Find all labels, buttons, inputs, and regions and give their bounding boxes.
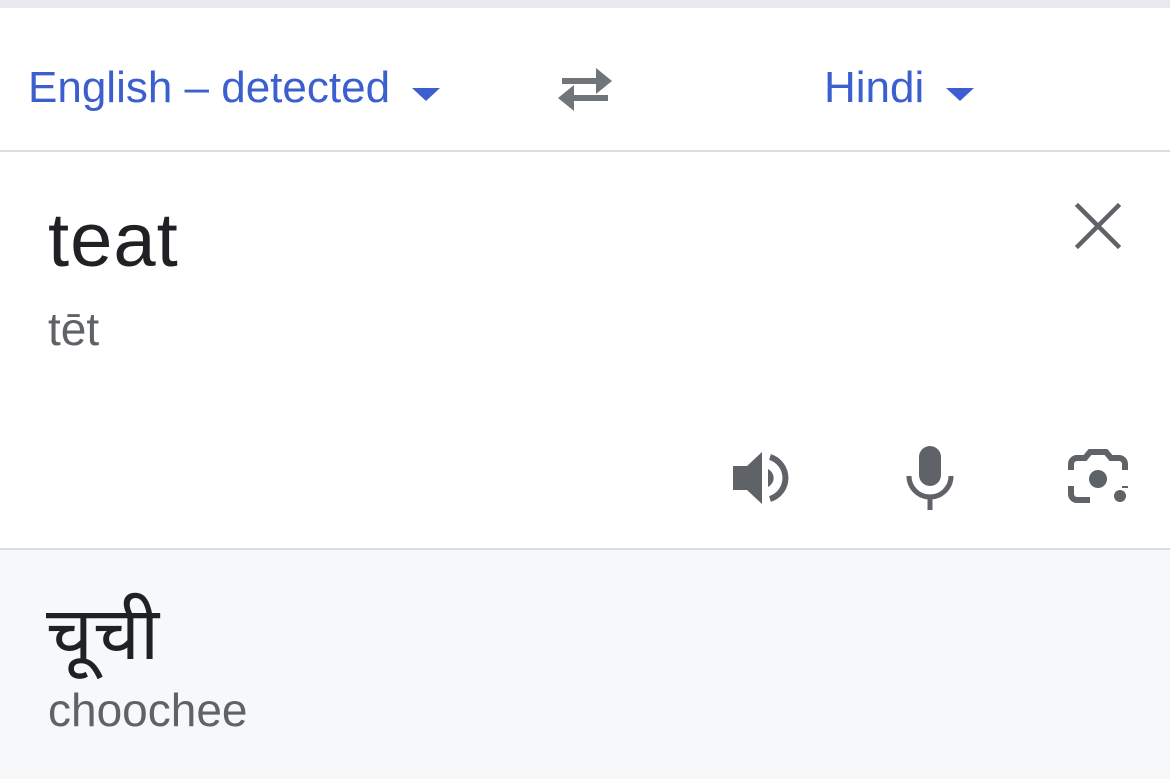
voice-input-button[interactable]: [896, 444, 964, 512]
translation-output-area: चूची choochee: [0, 550, 1170, 779]
translated-transliteration: choochee: [48, 684, 248, 736]
camera-lens-icon: [1068, 449, 1128, 503]
target-language-selector[interactable]: Hindi: [824, 58, 975, 118]
source-language-label: English – detected: [28, 63, 391, 112]
chevron-down-icon: [946, 87, 975, 101]
chevron-down-icon: [412, 87, 441, 101]
translate-app: English – detected Hindi teat tēt चूची c…: [0, 0, 1170, 779]
speaker-icon: [733, 452, 789, 504]
source-text[interactable]: teat: [48, 196, 179, 286]
microphone-icon: [906, 446, 954, 510]
divider: [0, 150, 1170, 152]
listen-button[interactable]: [728, 444, 796, 512]
target-language-label: Hindi: [824, 63, 925, 112]
language-bar: English – detected Hindi: [0, 8, 1170, 152]
translated-text: चूची: [46, 592, 160, 675]
close-icon: [1074, 202, 1122, 250]
top-strip: [0, 0, 1170, 8]
camera-translate-button[interactable]: [1064, 444, 1132, 512]
swap-languages-button[interactable]: [552, 58, 618, 118]
swap-arrows-icon: [558, 68, 612, 111]
source-language-selector[interactable]: English – detected: [28, 58, 441, 118]
source-input-area[interactable]: teat tēt: [0, 154, 1170, 548]
source-transliteration: tēt: [48, 303, 100, 355]
clear-button[interactable]: [1070, 198, 1126, 254]
